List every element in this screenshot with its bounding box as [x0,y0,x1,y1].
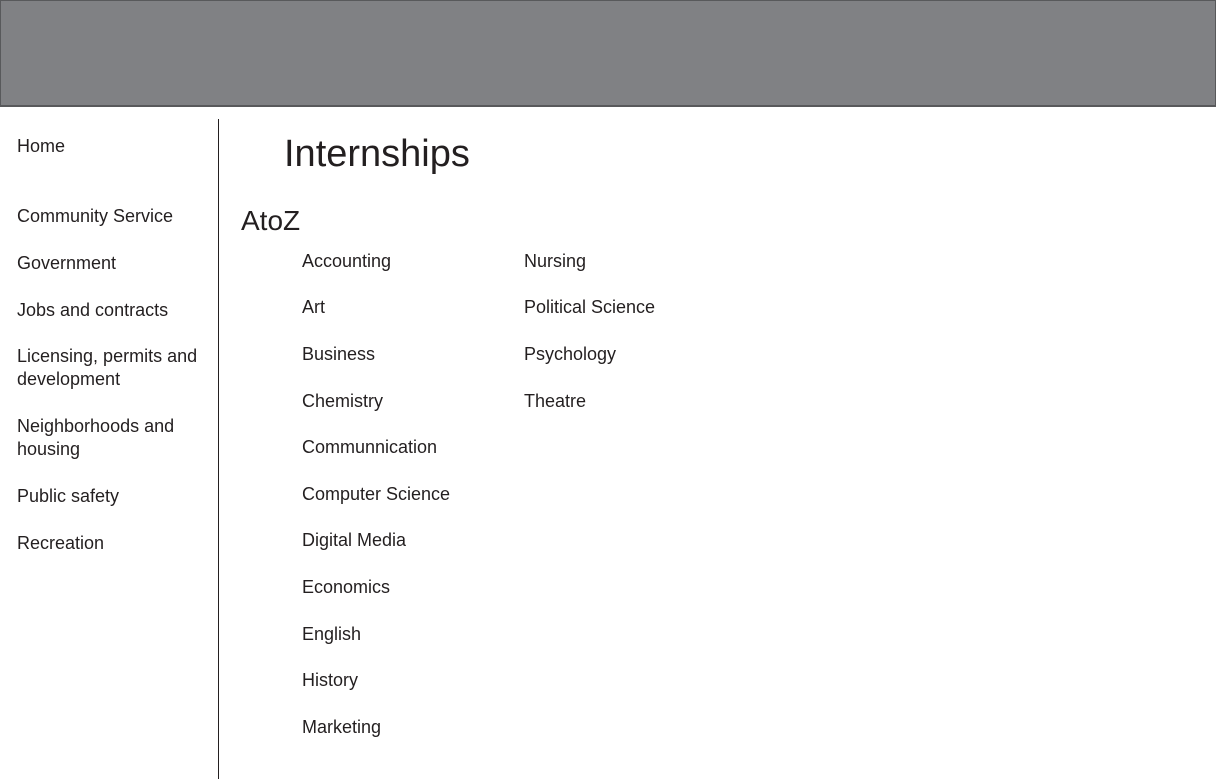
sidebar-item-community-service[interactable]: Community Service [17,205,173,228]
subject-link-computer-science[interactable]: Computer Science [302,483,450,506]
sidebar-item-recreation[interactable]: Recreation [17,532,104,555]
subject-link-history[interactable]: History [302,669,358,692]
subject-link-chemistry[interactable]: Chemistry [302,390,383,413]
section-heading-atoz: AtoZ [241,205,301,236]
sidebar-item-home[interactable]: Home [17,135,65,158]
sidebar-item-licensing-permits-and-development[interactable]: Licensing, permits and development [17,345,197,391]
subject-link-english[interactable]: English [302,623,361,646]
subject-link-business[interactable]: Business [302,343,375,366]
sidebar-item-neighborhoods-and-housing[interactable]: Neighborhoods and housing [17,415,174,461]
subject-link-accounting[interactable]: Accounting [302,250,391,273]
header-banner [0,0,1216,107]
subject-link-marketing[interactable]: Marketing [302,716,381,739]
subject-link-political-science[interactable]: Political Science [524,296,655,319]
sidebar-item-jobs-and-contracts[interactable]: Jobs and contracts [17,299,168,322]
subject-link-communnication[interactable]: Communnication [302,436,437,459]
subject-link-economics[interactable]: Economics [302,576,390,599]
subject-link-nursing[interactable]: Nursing [524,250,586,273]
subject-link-psychology[interactable]: Psychology [524,343,616,366]
subject-link-art[interactable]: Art [302,296,325,319]
sidebar-item-public-safety[interactable]: Public safety [17,485,119,508]
sidebar-item-government[interactable]: Government [17,252,116,275]
subject-link-theatre[interactable]: Theatre [524,390,586,413]
subject-link-digital-media[interactable]: Digital Media [302,529,406,552]
page-title: Internships [284,133,470,175]
sidebar-divider [218,119,219,779]
